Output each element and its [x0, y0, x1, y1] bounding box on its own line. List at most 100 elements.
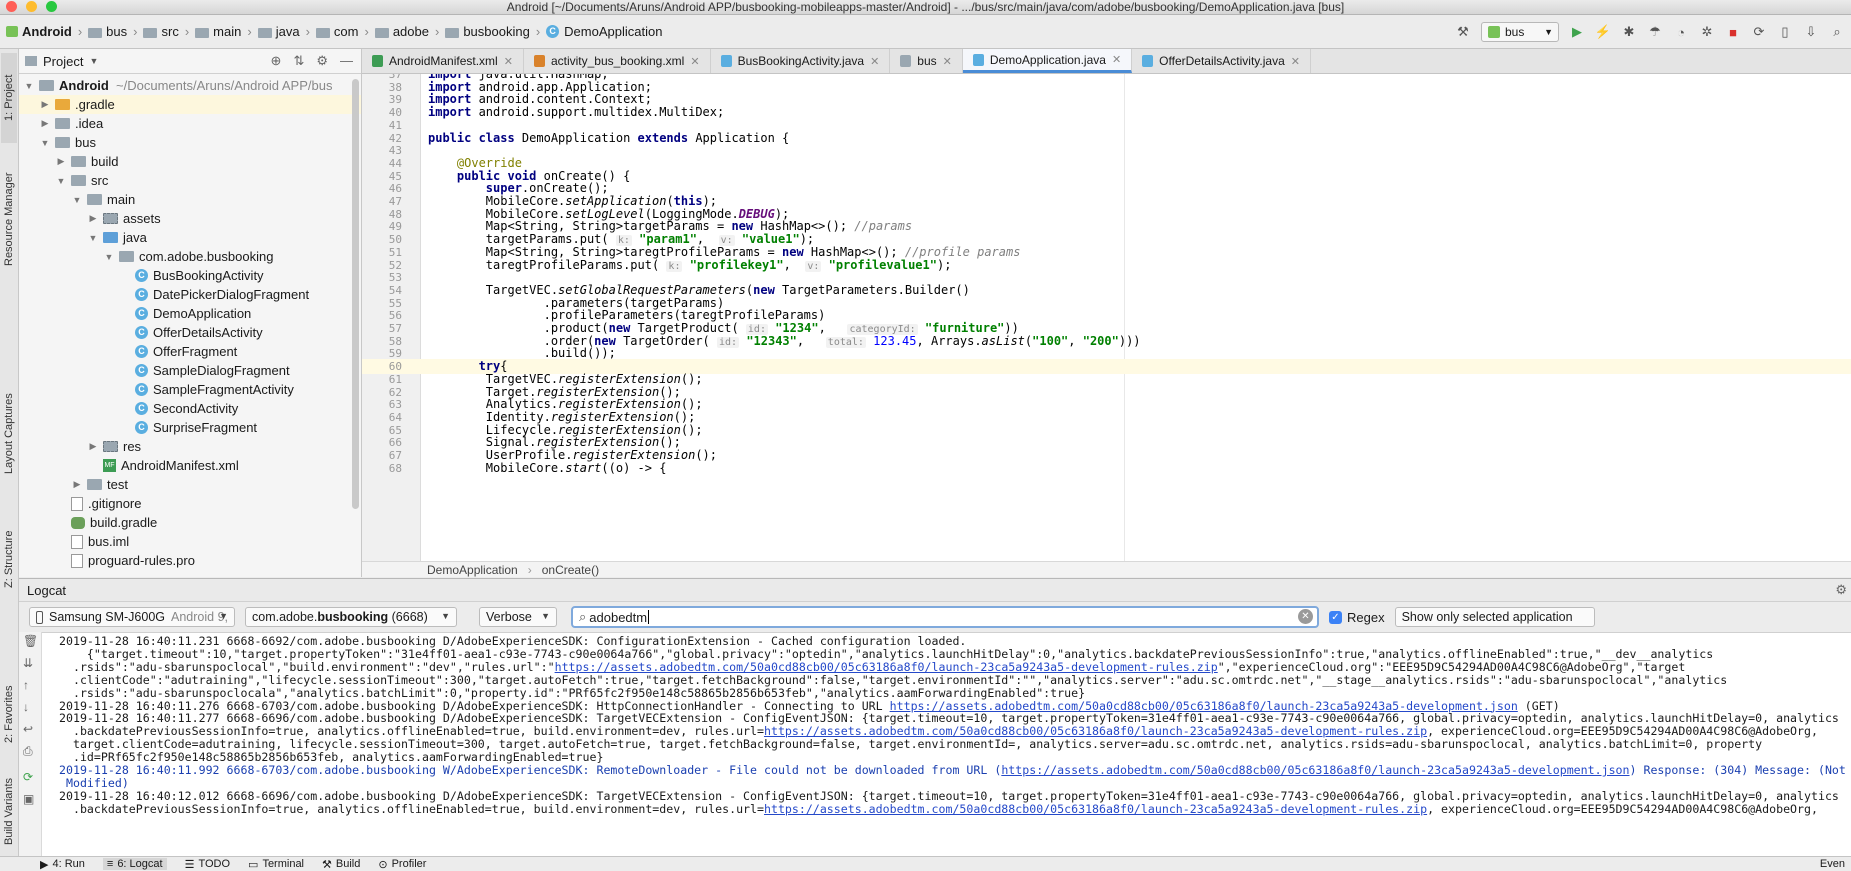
editor-tab[interactable]: BusBookingActivity.java ✕ — [711, 49, 891, 73]
breadcrumb-item[interactable]: java › — [252, 24, 310, 39]
breadcrumb-item[interactable]: com › — [310, 24, 369, 39]
layout-captures-tab[interactable]: Layout Captures — [1, 369, 17, 499]
tree-item[interactable]: C SurpriseFragment — [19, 418, 361, 437]
filter-config-select[interactable]: Show only selected application — [1394, 607, 1595, 627]
breadcrumb-item[interactable]: adobe › — [369, 24, 439, 39]
avd-manager-icon[interactable]: ▯ — [1777, 24, 1793, 40]
chevron-right-icon[interactable]: ▶ — [39, 99, 51, 110]
tree-item[interactable]: bus.iml — [19, 532, 361, 551]
tree-item[interactable]: ▼ main — [19, 190, 361, 209]
sync-gradle-icon[interactable]: ⟳ — [1751, 24, 1767, 40]
bottom-tool-tab[interactable]: ⚒ Build — [322, 858, 360, 871]
project-tool-tab[interactable]: 1: Project — [1, 53, 17, 143]
tree-item[interactable]: C SampleFragmentActivity — [19, 380, 361, 399]
tree-item[interactable]: build.gradle — [19, 513, 361, 532]
screenshot-icon[interactable]: ▣ — [23, 792, 34, 806]
make-project-icon[interactable]: ⚒ — [1455, 24, 1471, 40]
chevron-down-icon[interactable]: ▼ — [23, 81, 35, 91]
search-icon[interactable]: ⌕ — [1829, 24, 1845, 40]
chevron-right-icon[interactable]: ▶ — [55, 156, 67, 167]
close-icon[interactable]: ✕ — [870, 55, 879, 68]
breadcrumb-item[interactable]: src › — [137, 24, 189, 39]
chevron-down-icon[interactable]: ▼ — [87, 233, 99, 243]
breadcrumb-item[interactable]: busbooking › — [439, 24, 540, 39]
chevron-right-icon[interactable]: ▶ — [87, 213, 99, 224]
breadcrumb-item[interactable]: bus › — [82, 24, 137, 39]
chevron-down-icon[interactable]: ▼ — [71, 195, 83, 205]
log-link[interactable]: https://assets.adobedtm.com/50a0cd88cb00… — [764, 724, 1427, 738]
tree-item[interactable]: ▼ com.adobe.busbooking — [19, 247, 361, 266]
debug-icon[interactable]: ✱ — [1621, 24, 1637, 40]
tree-item[interactable]: C SampleDialogFragment — [19, 361, 361, 380]
restart-icon[interactable]: ⟳ — [23, 770, 33, 784]
tree-item[interactable]: C BusBookingActivity — [19, 266, 361, 285]
tree-item[interactable]: proguard-rules.pro — [19, 551, 361, 570]
stop-icon[interactable]: ■ — [1725, 24, 1741, 40]
tree-item[interactable]: ▼ Android ~/Documents/Aruns/Android APP/b… — [19, 76, 361, 95]
log-level-select[interactable]: Verbose ▼ — [479, 607, 557, 627]
tree-item[interactable]: ▶ build — [19, 152, 361, 171]
tree-item[interactable]: MF AndroidManifest.xml — [19, 456, 361, 475]
device-select[interactable]: Samsung SM-J600G Android 9, ▼ — [29, 607, 235, 627]
bottom-tool-tab[interactable]: ☰ TODO — [185, 858, 230, 871]
clear-search-icon[interactable]: ✕ — [1298, 609, 1313, 624]
tree-item[interactable]: ▼ java — [19, 228, 361, 247]
close-icon[interactable]: ✕ — [943, 55, 952, 68]
breadcrumb-item[interactable]: Android › — [0, 24, 82, 39]
tree-item[interactable]: ▼ bus — [19, 133, 361, 152]
logcat-search-field[interactable]: ⌕ adobedtm ✕ — [571, 606, 1319, 628]
tree-item[interactable]: C OfferFragment — [19, 342, 361, 361]
logcat-output[interactable]: 2019-11-28 16:40:11.231 6668-6692/com.ad… — [59, 635, 1851, 816]
editor-tab[interactable]: OfferDetailsActivity.java ✕ — [1132, 49, 1311, 73]
tree-item[interactable]: C DatePickerDialogFragment — [19, 285, 361, 304]
gear-icon[interactable]: ⚙ — [316, 53, 328, 69]
down-arrow-icon[interactable]: ↓ — [23, 700, 29, 714]
tree-item[interactable]: C SecondActivity — [19, 399, 361, 418]
tree-item[interactable]: ▼ src — [19, 171, 361, 190]
resource-manager-tab[interactable]: Resource Manager — [1, 149, 17, 289]
run-configuration-select[interactable]: bus ▼ — [1481, 22, 1559, 42]
bottom-tool-tab[interactable]: ⊙ Profiler — [378, 858, 426, 871]
tree-item[interactable]: C DemoApplication — [19, 304, 361, 323]
close-icon[interactable]: ✕ — [1291, 55, 1300, 68]
build-variants-tab[interactable]: Build Variants — [1, 769, 17, 854]
collapse-all-icon[interactable]: ⇅ — [293, 53, 304, 69]
close-icon[interactable]: ✕ — [1112, 53, 1121, 66]
bottom-tool-tab[interactable]: ▶ 4: Run — [40, 858, 85, 871]
breadcrumb-method[interactable]: onCreate() — [542, 563, 599, 577]
structure-tab[interactable]: Z: Structure — [1, 519, 17, 599]
bottom-tool-tab[interactable]: ▭ Terminal — [248, 858, 304, 871]
chevron-down-icon[interactable]: ▼ — [39, 138, 51, 148]
tree-item[interactable]: ▶ test — [19, 475, 361, 494]
gear-icon[interactable]: ⚙ — [1835, 582, 1847, 598]
close-icon[interactable]: ✕ — [504, 55, 513, 68]
logcat-search-input[interactable]: adobedtm — [589, 610, 647, 625]
hide-icon[interactable]: — — [340, 53, 353, 69]
event-log-tab[interactable]: Even — [1820, 858, 1845, 870]
clear-logcat-icon[interactable]: 🗑 — [23, 634, 38, 648]
apply-changes-icon[interactable]: ⚡ — [1595, 24, 1611, 40]
project-scrollbar[interactable] — [352, 79, 359, 509]
editor-tab[interactable]: bus ✕ — [890, 49, 963, 73]
soft-wrap-icon[interactable]: ↩ — [23, 722, 33, 736]
breadcrumb-class[interactable]: DemoApplication — [427, 563, 518, 577]
breadcrumb-item[interactable]: main › — [189, 24, 252, 39]
code-editor[interactable]: 37 import java.util.HashMap; 38 import andr… — [362, 74, 1851, 561]
breadcrumb-item[interactable]: C DemoApplication — [540, 24, 662, 39]
tree-item[interactable]: .gitignore — [19, 494, 361, 513]
editor-tab[interactable]: AndroidManifest.xml ✕ — [362, 49, 524, 73]
favorites-tab[interactable]: 2: Favorites — [1, 669, 17, 759]
chevron-right-icon[interactable]: ▶ — [39, 118, 51, 129]
bottom-tool-tab[interactable]: ≡ 6: Logcat — [102, 858, 167, 870]
editor-tab[interactable]: activity_bus_booking.xml ✕ — [524, 49, 711, 73]
up-arrow-icon[interactable]: ↑ — [23, 678, 29, 692]
chevron-down-icon[interactable]: ▼ — [89, 56, 98, 66]
project-view-selector[interactable]: Project — [43, 54, 83, 69]
log-link[interactable]: https://assets.adobedtm.com/50a0cd88cb00… — [1001, 763, 1629, 777]
scroll-to-end-icon[interactable]: ⇊ — [23, 656, 33, 670]
process-select[interactable]: com.adobe.busbooking (6668) ▼ — [245, 607, 457, 627]
chevron-right-icon[interactable]: ▶ — [87, 441, 99, 452]
coverage-icon[interactable]: ☂ — [1647, 24, 1663, 40]
close-icon[interactable]: ✕ — [690, 55, 699, 68]
chevron-right-icon[interactable]: ▶ — [71, 479, 83, 490]
